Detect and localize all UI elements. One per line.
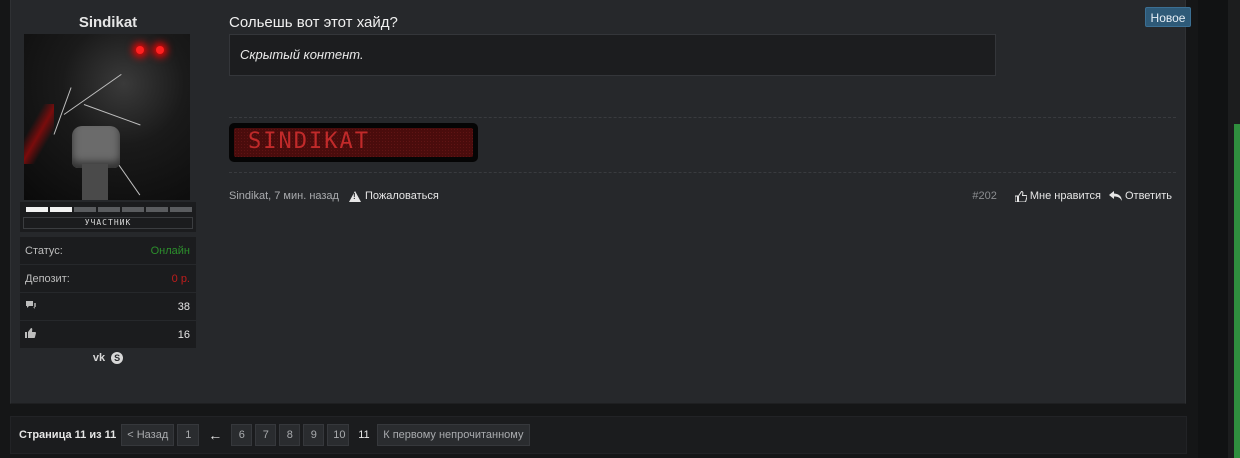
rank-segment: [74, 207, 96, 212]
messages-icon: [25, 300, 37, 313]
rank-segment: [122, 207, 144, 212]
page-current: 11: [352, 424, 375, 446]
user-stats: Статус: Онлайн Депозит: 0 р. 38 16: [20, 237, 196, 349]
like-icon: [25, 328, 36, 341]
skype-icon[interactable]: S: [111, 352, 124, 364]
like-button[interactable]: Мне нравится: [1014, 190, 1101, 202]
pagination: Страница 11 из 11 < Назад 1 ← 6 7 8 9 10…: [10, 416, 1187, 454]
signature-banner: SINDIKAT: [229, 123, 478, 162]
stat-likes: 16: [20, 321, 196, 349]
rank-bar: УЧАСТНИК: [20, 202, 196, 232]
hidden-content-box: Скрытый контент.: [229, 34, 996, 76]
avatar-crack: [83, 104, 141, 126]
deposit-value: 0 р.: [171, 272, 190, 285]
reply-label: Ответить: [1124, 190, 1172, 202]
stat-messages: 38: [20, 293, 196, 321]
avatar-eye-left: [136, 46, 144, 54]
avatar-eye-right: [156, 46, 164, 54]
rank-segment: [98, 207, 120, 212]
status-value: Онлайн: [150, 244, 190, 257]
rank-level-indicator: [26, 207, 192, 212]
messages-count: 38: [177, 300, 190, 313]
avatar-crack: [63, 73, 122, 115]
rank-title: УЧАСТНИК: [23, 217, 193, 229]
page-1-button[interactable]: 1: [177, 424, 200, 446]
stat-deposit: Депозит: 0 р.: [20, 265, 196, 293]
rank-segment: [170, 207, 192, 212]
likes-count: 16: [177, 328, 190, 341]
prev-button[interactable]: < Назад: [121, 424, 175, 446]
page-8-button[interactable]: 8: [279, 424, 301, 446]
page-9-button[interactable]: 9: [303, 424, 325, 446]
meta-divider: [229, 172, 1176, 173]
scrollbar-thumb[interactable]: [1234, 124, 1240, 458]
avatar-arm: [82, 164, 108, 200]
signature-divider: [229, 117, 1176, 118]
post-number[interactable]: #202: [972, 190, 996, 202]
avatar-fist: [72, 126, 120, 168]
rank-segment: [26, 207, 48, 212]
post-meta: Sindikat, 7 мин. назад Пожаловаться #202…: [229, 188, 1172, 204]
page-jump-arrow[interactable]: ←: [202, 427, 228, 443]
stat-label: Статус:: [25, 244, 63, 257]
rank-segment: [50, 207, 72, 212]
stat-label: Депозит:: [25, 272, 70, 285]
new-badge[interactable]: Новое: [1145, 7, 1191, 27]
reply-icon: [1108, 191, 1122, 201]
like-label: Мне нравится: [1029, 190, 1101, 202]
report-label: Пожаловаться: [364, 190, 439, 202]
page-10-button[interactable]: 10: [327, 424, 350, 446]
page-counter: Страница 11 из 11: [19, 429, 117, 441]
social-links: vk S: [20, 352, 196, 364]
warning-icon: [348, 190, 361, 202]
avatar[interactable]: [24, 34, 190, 200]
vk-icon[interactable]: vk: [93, 352, 105, 364]
reply-button[interactable]: Ответить: [1108, 190, 1172, 202]
scrollbar[interactable]: [1228, 0, 1240, 458]
post-text: Сольешь вот этот хайд?: [229, 14, 398, 31]
rank-segment: [146, 207, 168, 212]
post-author-time[interactable]: Sindikat, 7 мин. назад: [229, 190, 339, 202]
report-button[interactable]: Пожаловаться: [348, 190, 439, 202]
avatar-red-streak: [24, 104, 54, 164]
username[interactable]: Sindikat: [20, 14, 196, 31]
page-6-button[interactable]: 6: [231, 424, 253, 446]
page-7-button[interactable]: 7: [255, 424, 277, 446]
first-unread-button[interactable]: К первому непрочитанному: [377, 424, 530, 446]
signature-text: SINDIKAT: [234, 128, 473, 157]
thumbs-up-icon: [1014, 190, 1027, 202]
stat-status: Статус: Онлайн: [20, 237, 196, 265]
